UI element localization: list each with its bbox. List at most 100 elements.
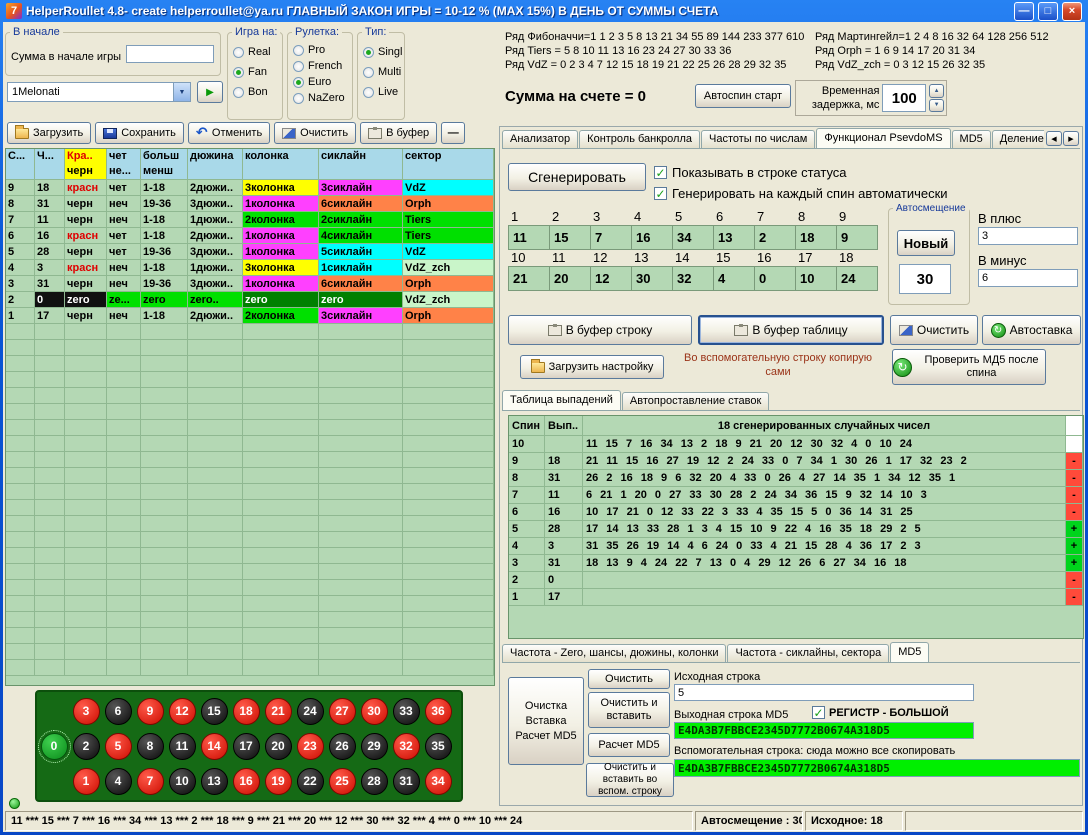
history-row-8[interactable]: 831черннеч19-363дюжи..1колонка6сиклайнOr… xyxy=(6,196,494,212)
toolbar-save-button[interactable]: Сохранить xyxy=(95,122,184,144)
new-button[interactable]: Новый xyxy=(897,230,955,256)
source-string-input[interactable] xyxy=(674,684,974,701)
title-bar[interactable]: 7 HelperRoullet 4.8- create helperroulle… xyxy=(3,0,1085,22)
spinner-down-icon[interactable]: ▼ xyxy=(929,99,944,113)
preset-select[interactable]: 1Melonati ▼ xyxy=(7,82,191,102)
tabs-scroll-left-button[interactable]: ◀ xyxy=(1046,131,1062,146)
history-col-header[interactable]: сиклайн xyxy=(319,149,403,180)
load-settings-button[interactable]: Загрузить настройку xyxy=(520,355,664,379)
spins-row-7[interactable]: 7116 21 1 20 0 27 33 30 28 2 24 34 36 15… xyxy=(509,487,1083,504)
roulette-number-30[interactable]: 30 xyxy=(361,698,388,725)
history-col-header[interactable]: четне... xyxy=(107,149,141,180)
radio-singl[interactable]: Singl xyxy=(363,42,404,62)
roulette-number-4[interactable]: 4 xyxy=(105,768,132,795)
autobet-button[interactable]: Автоставка xyxy=(982,315,1081,345)
generate-button[interactable]: Сгенерировать xyxy=(508,163,646,191)
copy-row-button[interactable]: В буфер строку xyxy=(508,315,692,345)
checkbox-icon[interactable] xyxy=(654,166,667,179)
run-preset-button[interactable] xyxy=(197,81,223,103)
roulette-number-17[interactable]: 17 xyxy=(233,733,260,760)
delay-input[interactable]: 100 xyxy=(882,84,926,112)
spins-row-3[interactable]: 33118 13 9 4 24 22 7 13 0 4 29 12 26 6 2… xyxy=(509,555,1083,572)
history-col-header[interactable]: дюжина xyxy=(188,149,243,180)
roulette-number-19[interactable]: 19 xyxy=(265,768,292,795)
roulette-number-6[interactable]: 6 xyxy=(105,698,132,725)
main-tab-0[interactable]: Анализатор xyxy=(502,130,578,148)
roulette-number-29[interactable]: 29 xyxy=(361,733,388,760)
roulette-number-16[interactable]: 16 xyxy=(233,768,260,795)
radio-multi[interactable]: Multi xyxy=(363,62,404,82)
radio-euro[interactable]: Euro xyxy=(293,74,352,90)
minimize-button[interactable]: — xyxy=(1014,2,1034,21)
toolbar-clip-button[interactable]: В буфер xyxy=(360,122,437,144)
autospin-start-button[interactable]: Автоспин старт xyxy=(695,84,791,108)
history-row-5[interactable]: 528чернчет19-363дюжи..1колонка5сиклайнVd… xyxy=(6,244,494,260)
md5-clear-paste-aux-button[interactable]: Очистить и вставить во вспом. строку xyxy=(586,763,674,797)
radio-pro[interactable]: Pro xyxy=(293,42,352,58)
tabs-scroll-right-button[interactable]: ▶ xyxy=(1063,131,1079,146)
inner-tab-0[interactable]: Таблица выпадений xyxy=(502,390,621,410)
roulette-number-9[interactable]: 9 xyxy=(137,698,164,725)
roulette-number-5[interactable]: 5 xyxy=(105,733,132,760)
history-row-9[interactable]: 918краснчет1-182дюжи..3колонка3сиклайнVd… xyxy=(6,180,494,196)
collapse-button[interactable]: — xyxy=(441,122,465,144)
roulette-number-32[interactable]: 32 xyxy=(393,733,420,760)
main-tab-5[interactable]: Деление ко xyxy=(992,130,1044,148)
show-status-checkbox[interactable]: Показывать в строке статуса xyxy=(654,165,847,180)
main-tab-2[interactable]: Частоты по числам xyxy=(701,130,815,148)
main-tab-4[interactable]: MD5 xyxy=(952,130,991,148)
copy-table-button[interactable]: В буфер таблицу xyxy=(698,315,884,345)
radio-nazero[interactable]: NaZero xyxy=(293,90,352,106)
roulette-number-33[interactable]: 33 xyxy=(393,698,420,725)
spins-row-8[interactable]: 83126 2 16 18 9 6 32 20 4 33 0 26 4 27 1… xyxy=(509,470,1083,487)
autoshift-value[interactable]: 30 xyxy=(899,264,951,294)
radio-french[interactable]: French xyxy=(293,58,352,74)
roulette-number-27[interactable]: 27 xyxy=(329,698,356,725)
spins-row-4[interactable]: 4331 35 26 19 14 4 6 24 0 33 4 21 15 28 … xyxy=(509,538,1083,555)
roulette-number-24[interactable]: 24 xyxy=(297,698,324,725)
plus-input[interactable] xyxy=(978,227,1078,245)
clear-button[interactable]: Очистить xyxy=(890,315,978,345)
radio-live[interactable]: Live xyxy=(363,82,404,102)
roulette-number-11[interactable]: 11 xyxy=(169,733,196,760)
roulette-number-35[interactable]: 35 xyxy=(425,733,452,760)
roulette-number-7[interactable]: 7 xyxy=(137,768,164,795)
spins-row-1[interactable]: 117- xyxy=(509,589,1083,606)
toolbar-folder-button[interactable]: Загрузить xyxy=(7,122,91,144)
roulette-number-26[interactable]: 26 xyxy=(329,733,356,760)
history-col-header[interactable]: Ч... xyxy=(35,149,65,180)
spins-row-5[interactable]: 52817 14 13 33 28 1 3 4 15 10 9 22 4 16 … xyxy=(509,521,1083,538)
roulette-number-1[interactable]: 1 xyxy=(73,768,100,795)
toolbar-undo-button[interactable]: Отменить xyxy=(188,122,270,144)
toolbar-brush-button[interactable]: Очистить xyxy=(274,122,356,144)
roulette-number-25[interactable]: 25 xyxy=(329,768,356,795)
radio-fan[interactable]: Fan xyxy=(233,62,282,82)
history-row-7[interactable]: 711черннеч1-181дюжи..2колонка2сиклайнTie… xyxy=(6,212,494,228)
roulette-number-12[interactable]: 12 xyxy=(169,698,196,725)
history-row-2[interactable]: 20zeroze...zerozero..zerozeroVdZ_zch xyxy=(6,292,494,308)
radio-real[interactable]: Real xyxy=(233,42,282,62)
autogenerate-checkbox[interactable]: Генерировать на каждый спин автоматическ… xyxy=(654,186,948,201)
roulette-number-15[interactable]: 15 xyxy=(201,698,228,725)
uppercase-checkbox[interactable]: РЕГИСТР - БОЛЬШОЙ xyxy=(812,706,949,719)
bottom-tab-0[interactable]: Частота - Zero, шансы, дюжины, колонки xyxy=(502,644,726,662)
spins-row-9[interactable]: 91821 11 15 16 27 19 12 2 24 33 0 7 34 1… xyxy=(509,453,1083,470)
roulette-number-13[interactable]: 13 xyxy=(201,768,228,795)
history-col-header[interactable]: большменш xyxy=(141,149,188,180)
history-row-6[interactable]: 616краснчет1-182дюжи..1колонка4сиклайнTi… xyxy=(6,228,494,244)
maximize-button[interactable]: □ xyxy=(1038,2,1058,21)
history-col-header[interactable]: сектор xyxy=(403,149,494,180)
close-button[interactable]: × xyxy=(1062,2,1082,21)
history-col-header[interactable]: Кра..черн xyxy=(65,149,107,180)
roulette-number-8[interactable]: 8 xyxy=(137,733,164,760)
roulette-number-2[interactable]: 2 xyxy=(73,733,100,760)
history-row-1[interactable]: 117черннеч1-182дюжи..2колонка3сиклайнOrp… xyxy=(6,308,494,324)
roulette-number-10[interactable]: 10 xyxy=(169,768,196,795)
roulette-number-3[interactable]: 3 xyxy=(73,698,100,725)
roulette-number-28[interactable]: 28 xyxy=(361,768,388,795)
checkbox-icon[interactable] xyxy=(654,187,667,200)
history-row-4[interactable]: 43красннеч1-181дюжи..3колонка1сиклайнVdZ… xyxy=(6,260,494,276)
check-md5-button[interactable]: Проверить МД5 после спина xyxy=(892,349,1046,385)
roulette-number-18[interactable]: 18 xyxy=(233,698,260,725)
roulette-number-14[interactable]: 14 xyxy=(201,733,228,760)
